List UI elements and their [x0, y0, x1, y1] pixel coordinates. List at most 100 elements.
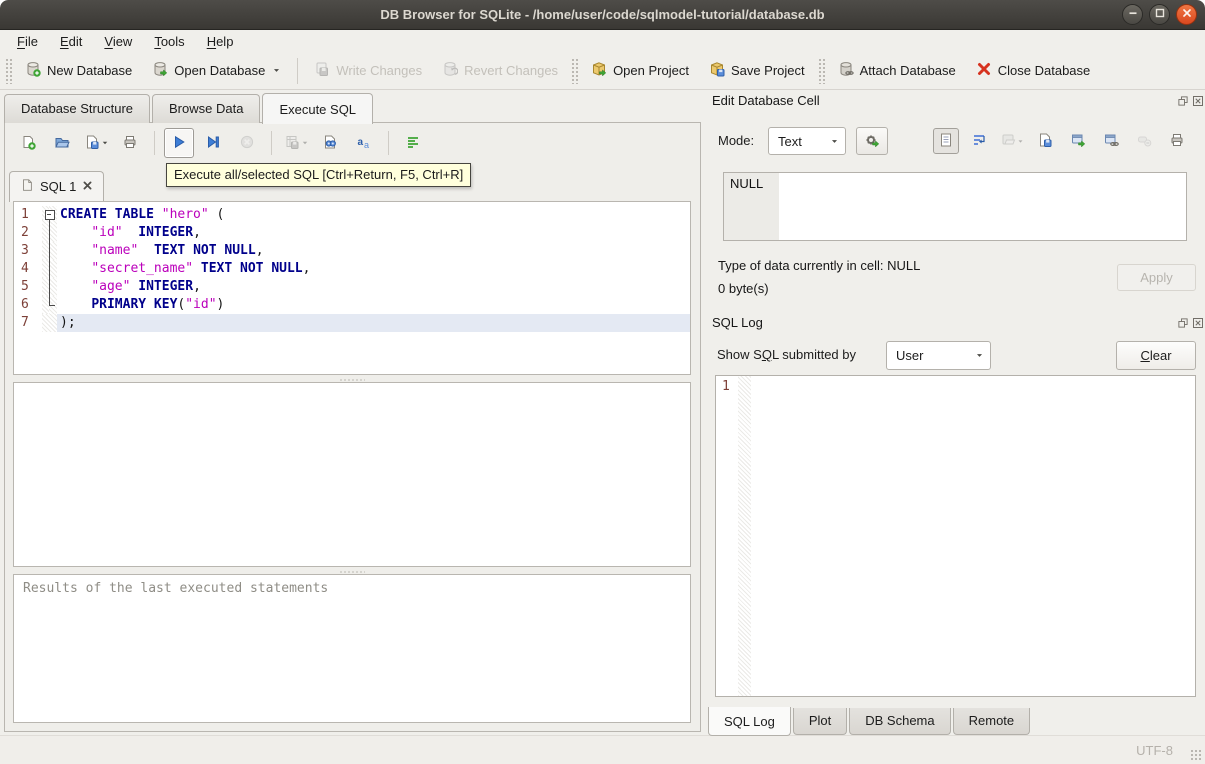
- chevron-down-icon: [830, 134, 839, 149]
- editor-line: 2 "id" INTEGER,: [14, 224, 690, 242]
- fold-marker[interactable]: [42, 206, 57, 224]
- toolbar-handle: [571, 57, 579, 84]
- tab-sql-1[interactable]: SQL 1: [9, 171, 105, 202]
- open-database-button[interactable]: Open Database: [142, 56, 291, 85]
- fold-marker: [42, 278, 57, 296]
- print-icon: [1169, 132, 1185, 151]
- dock-tab-db-schema[interactable]: DB Schema: [849, 708, 951, 735]
- dock-tab-sql-log[interactable]: SQL Log: [708, 707, 791, 736]
- text-mode-button[interactable]: [933, 128, 959, 154]
- dock-tab-plot[interactable]: Plot: [792, 708, 848, 735]
- stop-icon: [239, 134, 255, 153]
- save-results-icon: [284, 134, 300, 153]
- toolbar-button-label: Open Project: [613, 63, 689, 78]
- attach-database-button[interactable]: Attach Database: [828, 56, 966, 85]
- code-line[interactable]: );: [57, 314, 690, 332]
- new-sql-tab-button[interactable]: [13, 128, 43, 158]
- menubar: File Edit View Tools Help: [0, 30, 1205, 52]
- code-token: "name": [91, 243, 139, 258]
- print-cell-button[interactable]: [1164, 128, 1190, 154]
- line-number: 4: [21, 261, 29, 276]
- fold-marker: [42, 224, 57, 242]
- print-icon: [122, 134, 138, 153]
- set-null-button: [1131, 128, 1157, 154]
- editor-line: 4 "secret_name" TEXT NOT NULL,: [14, 260, 690, 278]
- new-database-button[interactable]: New Database: [15, 56, 142, 85]
- toolbar-handle: [817, 57, 825, 84]
- float-panel-icon[interactable]: [1177, 317, 1189, 329]
- save-project-button[interactable]: Save Project: [699, 56, 815, 85]
- import-data-button: [999, 128, 1025, 154]
- open-external-button[interactable]: [1065, 128, 1091, 154]
- save-sql-file-button[interactable]: [81, 128, 111, 158]
- resize-grip[interactable]: [1190, 749, 1202, 761]
- sql-log-view[interactable]: 1: [715, 375, 1196, 697]
- minimize-icon: [1125, 5, 1141, 24]
- mode-select[interactable]: Text: [768, 127, 846, 155]
- results-message-pane: Results of the last executed statements: [13, 574, 691, 723]
- toolbar-button-label: New Database: [47, 63, 133, 78]
- tab-execute-sql[interactable]: Execute SQL: [262, 93, 374, 124]
- execute-sql-button[interactable]: [164, 128, 194, 158]
- code-line[interactable]: "name" TEXT NOT NULL,: [57, 242, 690, 260]
- clear-log-button[interactable]: Clear: [1116, 341, 1196, 370]
- dropdown-caret-icon: [272, 66, 281, 75]
- export-data-button[interactable]: [1032, 128, 1058, 154]
- sql-log-filter-select[interactable]: User: [886, 341, 991, 370]
- toolbar-separator: [388, 131, 389, 155]
- word-wrap-button[interactable]: [966, 128, 992, 154]
- cell-editor-content[interactable]: [779, 173, 1186, 240]
- fold-marker: [42, 242, 57, 260]
- copy-link-button[interactable]: [1098, 128, 1124, 154]
- line-number: 6: [21, 297, 29, 312]
- maximize-button[interactable]: [1149, 4, 1170, 25]
- execute-current-line-button[interactable]: [198, 128, 228, 158]
- auto-complete-button[interactable]: aa: [349, 128, 379, 158]
- cell-editor-toolbar: [933, 128, 1190, 154]
- menu-tools[interactable]: Tools: [143, 32, 195, 51]
- float-panel-icon[interactable]: [1177, 95, 1189, 107]
- close-button[interactable]: [1176, 4, 1197, 25]
- format-sql-button[interactable]: [398, 128, 428, 158]
- close-panel-icon[interactable]: [1192, 317, 1204, 329]
- open-project-button[interactable]: Open Project: [581, 56, 699, 85]
- code-line[interactable]: "age" INTEGER,: [57, 278, 690, 296]
- code-line[interactable]: "secret_name" TEXT NOT NULL,: [57, 260, 690, 278]
- statusbar: UTF-8: [0, 735, 1205, 764]
- cell-type-info: Type of data currently in cell: NULL: [718, 258, 921, 273]
- menu-edit[interactable]: Edit: [49, 32, 93, 51]
- close-panel-icon[interactable]: [1192, 95, 1204, 107]
- sql-code-editor[interactable]: 1 CREATE TABLE "hero" (2 "id" INTEGER, 3 "…: [13, 201, 691, 375]
- execute-sql-panel: aa SQL 1 1 CREATE TABLE "hero" (2 "id" IN…: [4, 122, 701, 732]
- line-number: 7: [21, 315, 29, 330]
- db-new-icon: [25, 61, 41, 80]
- sql-log-filter-value: User: [896, 348, 924, 363]
- editor-line: 1 CREATE TABLE "hero" (: [14, 206, 690, 224]
- toolbar-handle: [5, 57, 12, 84]
- save-results-button: [281, 128, 311, 158]
- close-database-button[interactable]: Close Database: [966, 56, 1101, 85]
- window-controls: [1122, 4, 1197, 25]
- menu-view[interactable]: View: [93, 32, 143, 51]
- edit-cell-panel-buttons: [1177, 95, 1204, 107]
- dock-tab-remote[interactable]: Remote: [952, 708, 1031, 735]
- code-token: CREATE TABLE: [60, 207, 154, 222]
- menu-help[interactable]: Help: [196, 32, 245, 51]
- line-number: 1: [21, 207, 29, 222]
- tab-browse-data[interactable]: Browse Data: [152, 94, 261, 123]
- code-line[interactable]: "id" INTEGER,: [57, 224, 690, 242]
- minimize-button[interactable]: [1122, 4, 1143, 25]
- print-sql-button[interactable]: [115, 128, 145, 158]
- menu-file[interactable]: File: [6, 32, 49, 51]
- save-blue-icon: [1037, 132, 1053, 151]
- tab-database-structure[interactable]: Database Structure: [4, 94, 151, 123]
- cell-value-editor[interactable]: NULL: [723, 172, 1187, 241]
- log-line-number: 1: [722, 379, 730, 394]
- code-line[interactable]: PRIMARY KEY("id"): [57, 296, 690, 314]
- auto-apply-button[interactable]: [856, 127, 888, 155]
- tab-close-icon[interactable]: [82, 179, 93, 194]
- find-replace-button[interactable]: [315, 128, 345, 158]
- open-sql-file-button[interactable]: [47, 128, 77, 158]
- code-line[interactable]: CREATE TABLE "hero" (: [57, 206, 690, 224]
